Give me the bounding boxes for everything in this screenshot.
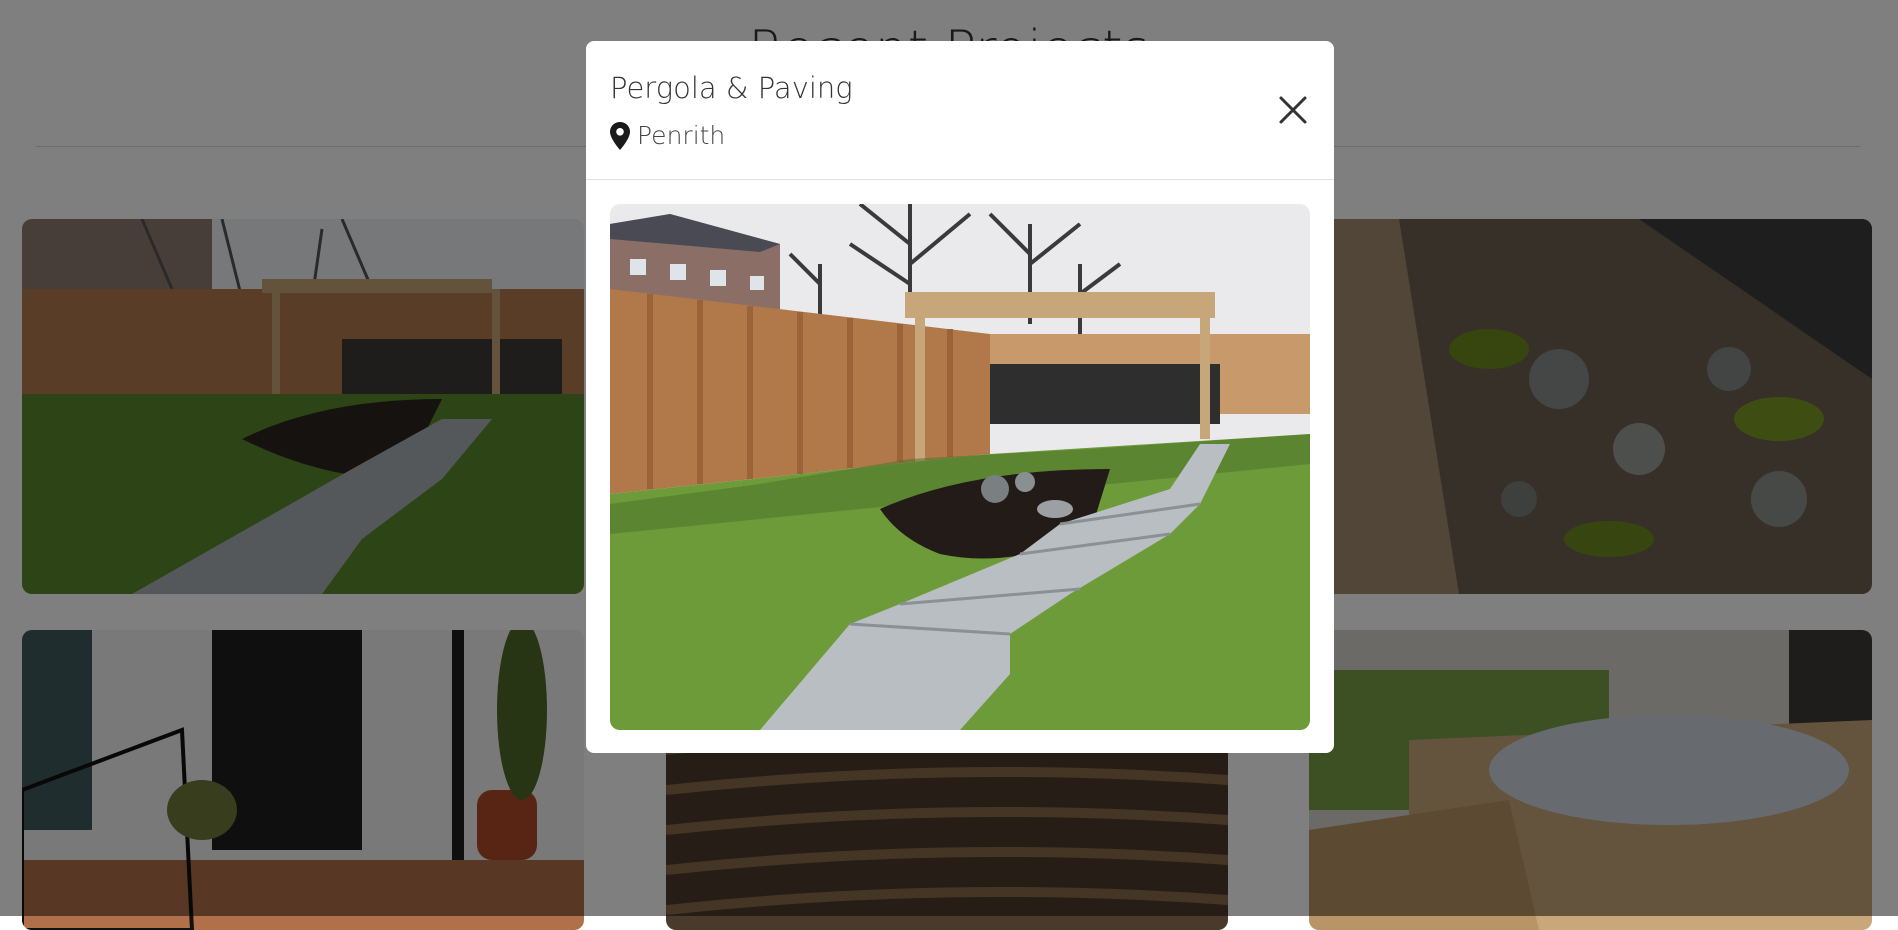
project-image xyxy=(610,204,1310,730)
map-pin-icon xyxy=(610,121,630,150)
modal-header: Pergola & Paving Penrith xyxy=(586,41,1334,180)
modal-title: Pergola & Paving xyxy=(610,71,853,105)
project-location: Penrith xyxy=(610,121,725,150)
project-modal: Pergola & Paving Penrith xyxy=(586,41,1334,753)
location-text: Penrith xyxy=(637,121,726,150)
project-photo xyxy=(610,204,1310,730)
close-icon xyxy=(1279,96,1307,124)
close-button[interactable] xyxy=(1276,93,1310,127)
